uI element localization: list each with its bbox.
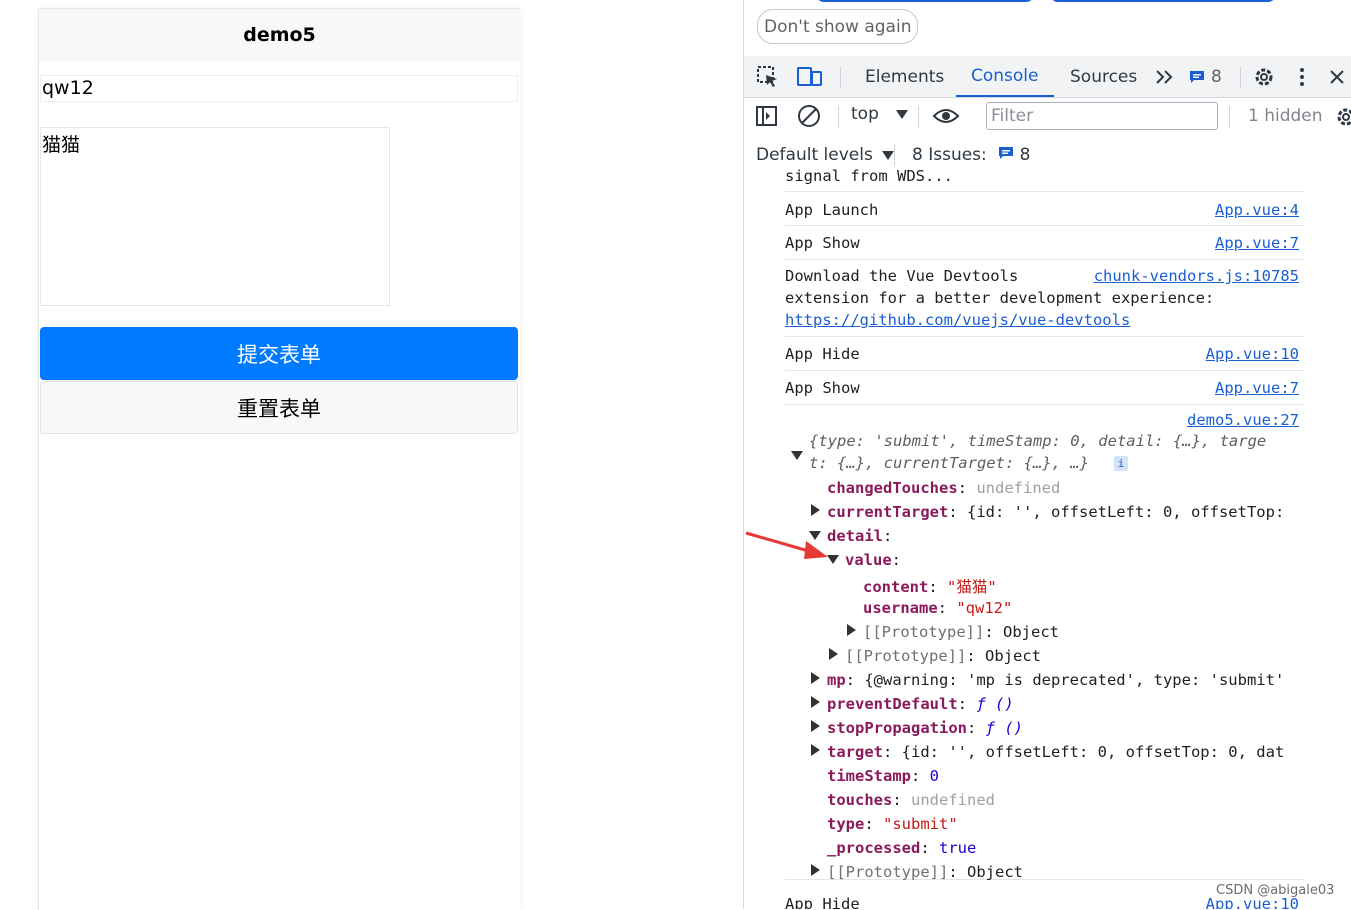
filter-input[interactable]: Filter <box>986 102 1218 130</box>
source-link[interactable]: App.vue:7 <box>1215 234 1299 252</box>
console-output: signal from WDS... App Launch App.vue:4 … <box>744 167 1351 909</box>
expand-triangle-icon[interactable] <box>811 720 820 732</box>
source-link[interactable]: demo5.vue:27 <box>1187 411 1299 429</box>
object-summary[interactable]: {type: 'submit', timeStamp: 0, detail: {… <box>809 432 1266 450</box>
submit-form-button[interactable]: 提交表单 <box>40 327 518 380</box>
console-message: App Launch App.vue:4 <box>785 192 1304 226</box>
issues-counter[interactable]: 8 <box>1189 56 1222 97</box>
reset-form-button[interactable]: 重置表单 <box>40 381 518 434</box>
inspect-element-icon[interactable] <box>756 56 780 97</box>
hidden-count: 1 hidden <box>1248 106 1323 126</box>
content-textarea[interactable]: 猫猫 <box>40 127 390 306</box>
infobar-button-2[interactable] <box>1050 0 1276 2</box>
message-icon <box>999 147 1014 159</box>
vue-devtools-link[interactable]: https://github.com/vuejs/vue-devtools <box>785 311 1130 329</box>
expand-triangle-icon[interactable] <box>811 504 820 516</box>
page-title: demo5 <box>243 24 316 46</box>
sidebar-toggle-icon[interactable] <box>756 105 778 131</box>
phone-preview: demo5 qw12 猫猫 提交表单 重置表单 <box>38 8 520 910</box>
console-object-message: demo5.vue:27 {type: 'submit', timeStamp:… <box>785 405 1304 881</box>
dropdown-arrow-icon <box>882 150 895 160</box>
more-tabs-icon[interactable] <box>1155 56 1175 97</box>
console-message: App Show App.vue:7 <box>785 371 1304 405</box>
devtools-infobar: Don't show again <box>744 0 1351 52</box>
console-message: Download the Vue Devtools chunk-vendors.… <box>785 260 1304 337</box>
source-link[interactable]: App.vue:4 <box>1215 201 1299 219</box>
kebab-menu-icon[interactable] <box>1299 56 1305 97</box>
close-icon[interactable] <box>1329 56 1345 97</box>
console-settings-gear-icon[interactable] <box>1334 105 1351 133</box>
watermark: CSDN @abigale03 <box>1216 883 1335 898</box>
clear-console-icon[interactable] <box>797 104 821 132</box>
issues-link[interactable]: 8 Issues: 8 <box>912 145 1030 165</box>
settings-gear-icon[interactable] <box>1252 56 1276 97</box>
tab-elements[interactable]: Elements <box>865 56 944 97</box>
console-message: signal from WDS... <box>785 164 1304 192</box>
dont-show-again-button[interactable]: Don't show again <box>757 9 919 44</box>
info-badge-icon[interactable]: i <box>1114 456 1128 471</box>
tab-sources[interactable]: Sources <box>1070 56 1137 97</box>
dropdown-arrow-icon <box>896 109 909 119</box>
red-arrow-annotation <box>745 531 828 559</box>
source-link[interactable]: App.vue:7 <box>1215 379 1299 397</box>
console-message: App Hide App.vue:10 <box>785 337 1304 371</box>
nav-bar: demo5 <box>39 9 520 61</box>
default-levels-dropdown[interactable]: Default levels <box>756 145 895 165</box>
username-input[interactable]: qw12 <box>40 75 518 102</box>
expand-triangle-icon[interactable] <box>829 648 838 660</box>
context-selector[interactable]: top <box>851 104 909 124</box>
expand-triangle-icon[interactable] <box>811 864 820 876</box>
devtools-tabbar: Elements Console Sources 8 <box>744 56 1351 98</box>
infobar-button-1[interactable] <box>816 0 1034 2</box>
source-link[interactable]: App.vue:10 <box>1206 345 1299 363</box>
device-toolbar-icon[interactable] <box>797 56 823 97</box>
tab-console[interactable]: Console <box>956 56 1054 97</box>
expand-triangle-icon[interactable] <box>847 624 856 636</box>
message-icon <box>1190 70 1204 83</box>
live-expression-eye-icon[interactable] <box>932 106 960 130</box>
expand-triangle-icon[interactable] <box>791 451 803 460</box>
expand-triangle-icon[interactable] <box>811 672 820 684</box>
devtools-panel: Don't show again Elements Console Source… <box>743 0 1351 909</box>
console-toolbar: top Filter 1 hidden <box>744 98 1351 136</box>
source-link[interactable]: chunk-vendors.js:10785 <box>1094 267 1299 285</box>
expand-triangle-icon[interactable] <box>811 696 820 708</box>
console-message: App Show App.vue:7 <box>785 226 1304 260</box>
expand-triangle-icon[interactable] <box>811 744 820 756</box>
